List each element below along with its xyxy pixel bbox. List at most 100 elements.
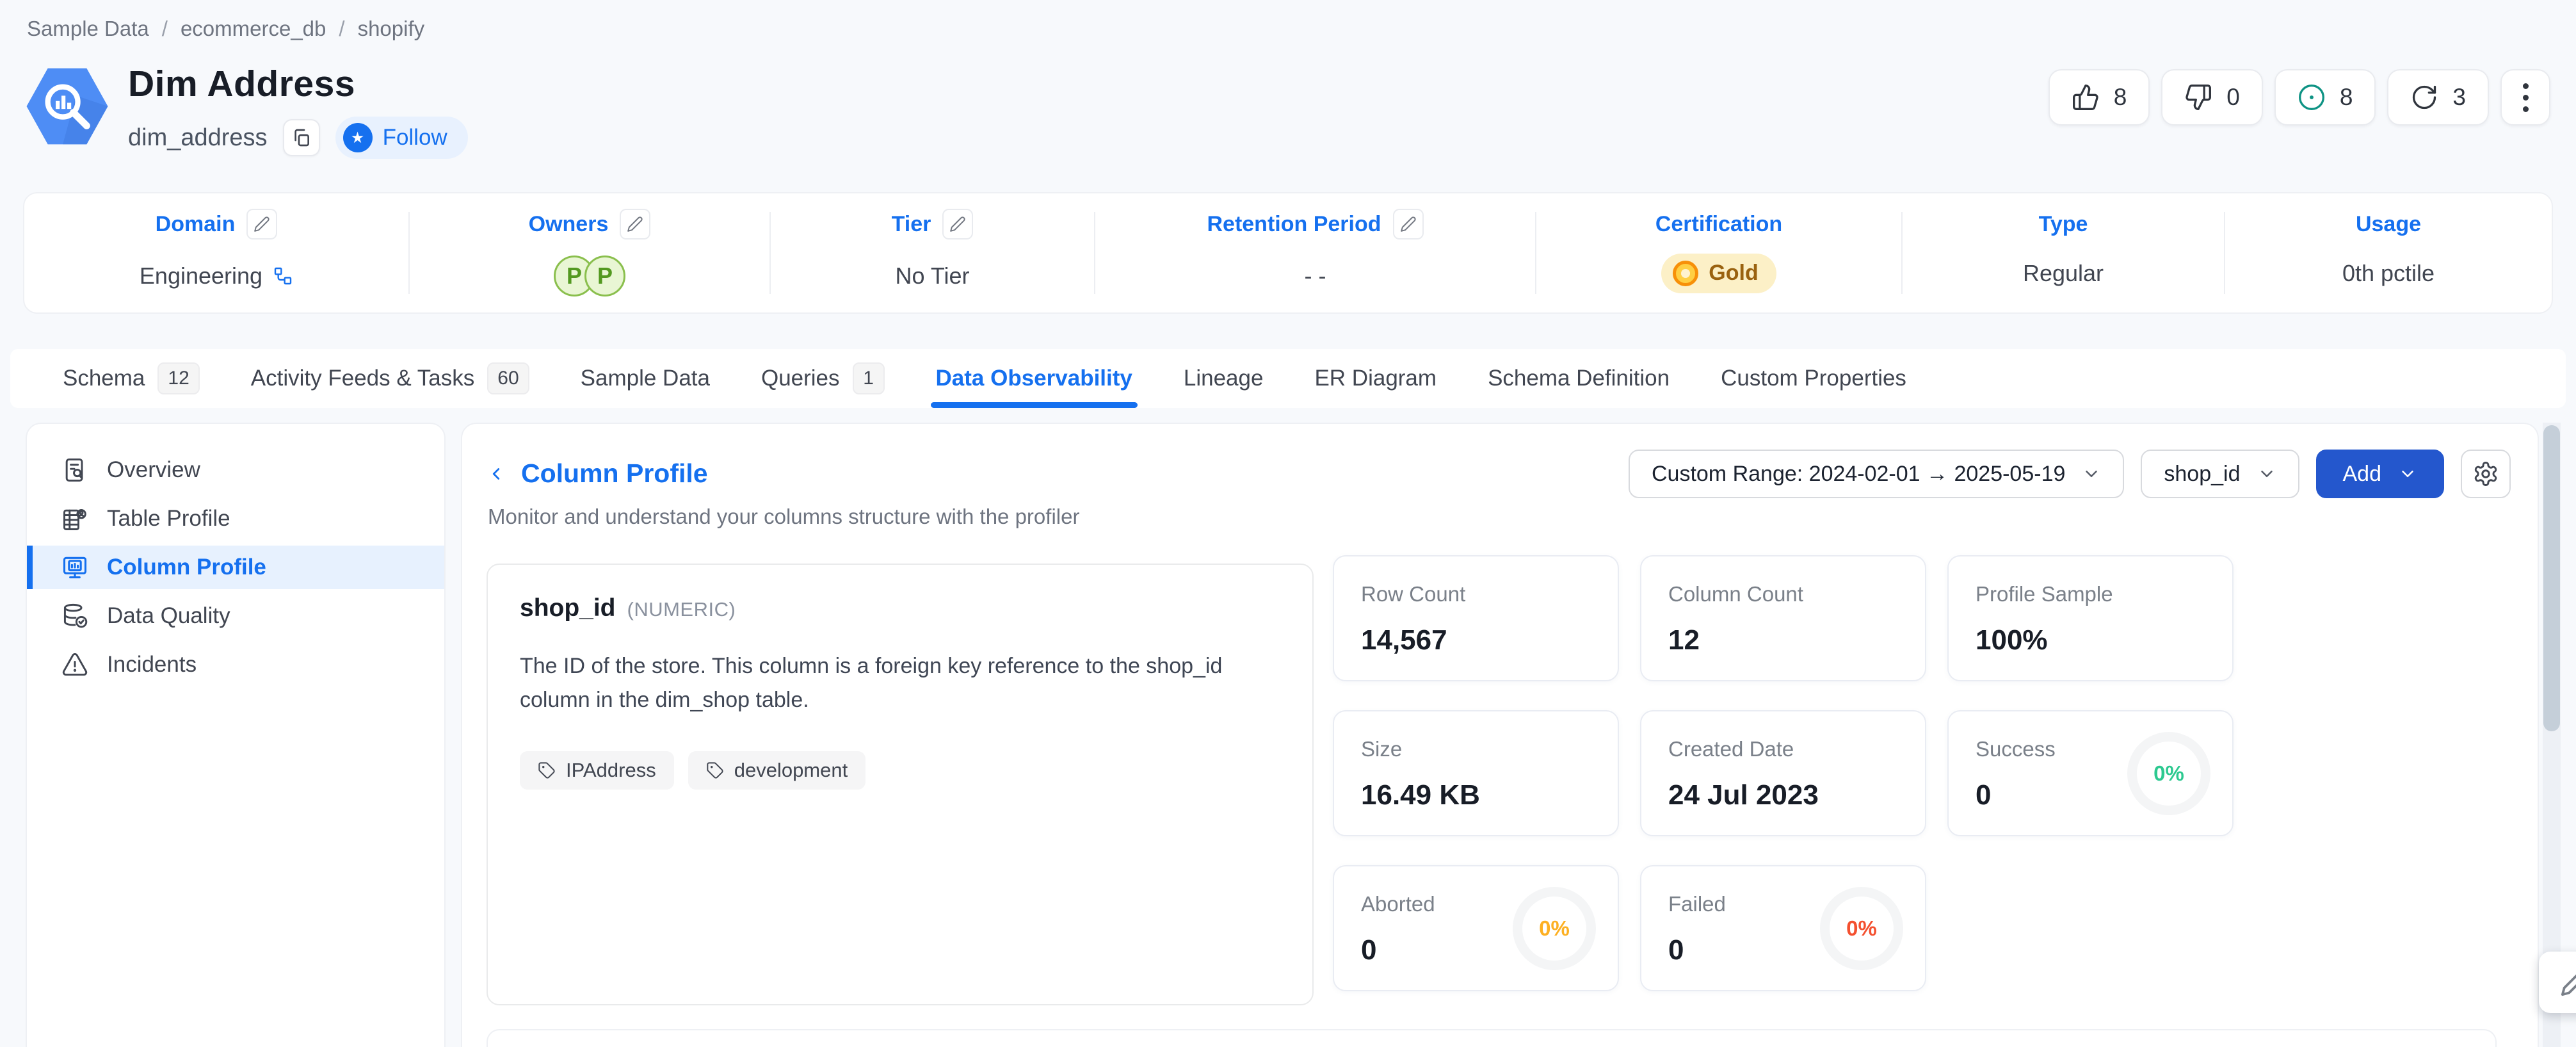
sidebar-item-overview[interactable]: Overview — [27, 448, 444, 492]
sidebar-item-incidents[interactable]: Incidents — [27, 643, 444, 686]
follow-button[interactable]: ★ Follow — [335, 117, 468, 159]
data-quality-icon — [61, 602, 89, 630]
column-select-dropdown[interactable]: shop_id — [2141, 450, 2299, 498]
back-chevron-icon[interactable] — [487, 464, 506, 483]
watch-button[interactable]: 8 — [2274, 69, 2376, 126]
copy-name-button[interactable] — [283, 119, 320, 156]
incidents-warning-icon — [61, 651, 89, 679]
panel-header: Column Profile — [487, 459, 708, 489]
sidebar-item-data-quality[interactable]: Data Quality — [27, 594, 444, 638]
breadcrumb-database[interactable]: ecommerce_db — [181, 17, 326, 41]
tab-sample-data[interactable]: Sample Data — [555, 349, 736, 408]
pencil-icon — [2560, 968, 2576, 997]
star-icon: ★ — [343, 123, 373, 152]
scrollbar-thumb[interactable] — [2543, 425, 2560, 731]
next-section-card — [487, 1029, 2497, 1047]
tab-count-badge: 1 — [853, 362, 885, 394]
retention-label: Retention Period — [1207, 212, 1381, 237]
chevron-down-icon — [2257, 464, 2276, 483]
settings-button[interactable] — [2461, 450, 2511, 498]
version-count: 3 — [2452, 84, 2466, 111]
bigquery-service-icon — [23, 60, 111, 152]
type-label: Type — [2039, 212, 2088, 237]
avatar[interactable]: P — [584, 256, 625, 296]
add-button[interactable]: Add — [2316, 450, 2445, 498]
sidebar-item-column-profile[interactable]: Column Profile — [27, 546, 444, 589]
tag-chip[interactable]: IPAddress — [520, 751, 674, 790]
column-tags: IPAddress development — [520, 751, 1280, 790]
entity-summary-bar: Domain Engineering Owners P P — [23, 192, 2553, 314]
tab-custom-properties[interactable]: Custom Properties — [1695, 349, 1932, 408]
downvote-button[interactable]: 0 — [2161, 69, 2263, 126]
tier-value: No Tier — [895, 263, 969, 289]
breadcrumb: Sample Data / ecommerce_db / shopify — [27, 17, 424, 41]
column-description: The ID of the store. This column is a fo… — [520, 649, 1280, 717]
breadcrumb-separator: / — [162, 17, 168, 41]
more-options-button[interactable] — [2500, 69, 2550, 126]
gold-medal-icon — [1673, 261, 1698, 286]
page-title: Dim Address — [128, 63, 468, 105]
tab-count-badge: 12 — [157, 362, 199, 394]
domain-label: Domain — [156, 212, 236, 237]
retention-value: - - — [1305, 263, 1326, 289]
edit-tier-button[interactable] — [942, 209, 973, 239]
tab-lineage[interactable]: Lineage — [1158, 349, 1289, 408]
summary-tier: Tier No Tier — [771, 193, 1094, 312]
chevron-down-icon — [2398, 464, 2417, 483]
summary-domain: Domain Engineering — [24, 193, 408, 312]
panel-title: Column Profile — [521, 459, 708, 489]
certification-label: Certification — [1655, 212, 1782, 237]
owner-avatars[interactable]: P P — [554, 256, 625, 296]
edit-retention-button[interactable] — [1393, 209, 1424, 239]
certification-badge: Gold — [1661, 254, 1776, 293]
table-profile-icon — [61, 505, 89, 533]
sidebar-item-table-profile[interactable]: Table Profile — [27, 497, 444, 540]
tag-icon — [538, 761, 556, 779]
summary-retention: Retention Period - - — [1095, 193, 1535, 312]
column-profile-panel: Column Profile Monitor and understand yo… — [461, 423, 2539, 1047]
entity-header: Dim Address dim_address ★ Follow 8 0 — [23, 60, 2550, 159]
usage-label: Usage — [2356, 212, 2421, 237]
tab-activity-feeds[interactable]: Activity Feeds & Tasks60 — [225, 349, 555, 408]
breadcrumb-service[interactable]: Sample Data — [27, 17, 149, 41]
tab-schema[interactable]: Schema12 — [37, 349, 225, 408]
pencil-icon — [254, 216, 270, 232]
metric-card-column-count: Column Count 12 — [1640, 555, 1926, 681]
column-name: shop_id — [520, 594, 616, 622]
tag-chip[interactable]: development — [688, 751, 866, 790]
observability-sidebar: Overview Table Profile Column Profile Da… — [26, 423, 446, 1047]
profile-toolbar: Custom Range: 2024-02-01 → 2025-05-19 sh… — [1629, 450, 2511, 498]
metric-card-aborted: Aborted 0 0% — [1333, 865, 1619, 991]
summary-certification: Certification Gold — [1536, 193, 1901, 312]
aborted-percent-donut: 0% — [1513, 887, 1596, 970]
copy-icon — [291, 127, 312, 148]
breadcrumb-schema[interactable]: shopify — [358, 17, 425, 41]
table-metrics-grid: Row Count 14,567 Column Count 12 Profile… — [1333, 555, 2234, 991]
upvote-button[interactable]: 8 — [2049, 69, 2150, 126]
tag-icon — [706, 761, 724, 779]
kebab-menu-icon — [2523, 83, 2529, 112]
column-profile-icon — [61, 553, 89, 581]
date-range-dropdown[interactable]: Custom Range: 2024-02-01 → 2025-05-19 — [1629, 450, 2124, 498]
tab-er-diagram[interactable]: ER Diagram — [1289, 349, 1462, 408]
tab-data-observability[interactable]: Data Observability — [910, 349, 1158, 408]
certification-value: Gold — [1709, 261, 1758, 286]
column-description-card: shop_id (NUMERIC) The ID of the store. T… — [487, 564, 1314, 1005]
watch-count: 8 — [2340, 84, 2353, 111]
domain-value[interactable]: Engineering — [140, 263, 262, 289]
failed-percent-donut: 0% — [1820, 887, 1903, 970]
tab-queries[interactable]: Queries1 — [736, 349, 910, 408]
summary-type: Type Regular — [1903, 193, 2224, 312]
tab-schema-definition[interactable]: Schema Definition — [1462, 349, 1695, 408]
edit-owners-button[interactable] — [620, 209, 650, 239]
breadcrumb-separator: / — [339, 17, 344, 41]
upvote-count: 8 — [2114, 84, 2127, 111]
edit-domain-button[interactable] — [246, 209, 277, 239]
floating-edit-button[interactable] — [2539, 952, 2576, 1013]
circle-dot-icon — [2298, 83, 2326, 111]
owners-label: Owners — [529, 212, 609, 237]
chevron-down-icon — [2082, 464, 2101, 483]
versions-button[interactable]: 3 — [2387, 69, 2489, 126]
overview-icon — [61, 456, 89, 484]
pencil-icon — [1400, 216, 1417, 232]
